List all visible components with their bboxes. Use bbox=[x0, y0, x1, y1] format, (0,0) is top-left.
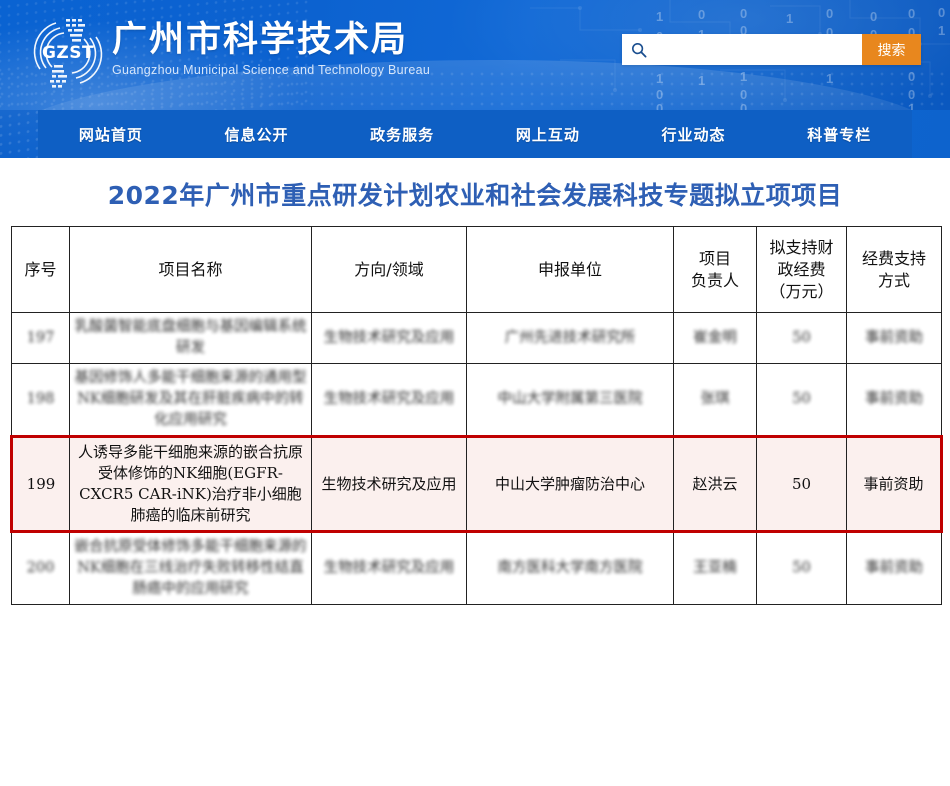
column-header-organization: 申报单位 bbox=[466, 226, 674, 313]
gzst-logo-text: GZST bbox=[42, 43, 94, 63]
column-header-serial: 序号 bbox=[11, 226, 70, 313]
cell-funding-mode: 事前资助 bbox=[846, 363, 942, 437]
cell-funding-mode: 事前资助 bbox=[846, 531, 942, 605]
site-branding: 广州市科学技术局 Guangzhou Municipal Science and… bbox=[112, 20, 430, 77]
cell-serial: 198 bbox=[11, 363, 70, 437]
nav-item-interaction[interactable]: 网上互动 bbox=[475, 124, 621, 145]
search-icon bbox=[622, 34, 656, 65]
column-header-mode-line2: 方式 bbox=[877, 270, 910, 290]
cell-field: 生物技术研究及应用 bbox=[311, 435, 467, 533]
cell-funding-mode: 事前资助 bbox=[846, 435, 943, 533]
nav-item-home[interactable]: 网站首页 bbox=[38, 124, 184, 145]
column-header-pi-line2: 负责人 bbox=[690, 270, 739, 290]
table-row: 197 乳酸菌智能底盘细胞与基因编辑系统研发 生物技术研究及应用 广州先进技术研究所崔… bbox=[11, 312, 942, 364]
cell-project-name: 嵌合抗原受体修饰多能干细胞来源的NK细胞在三线治疗失败转移性结直肠癌中的应用研究 bbox=[69, 531, 312, 605]
grant-table-container: 序号 项目名称 方向/领域 申报单位 项目 负责人 拟支持财 政经费 （万元） … bbox=[0, 226, 950, 605]
main-navigation-bar: 网站首页 信息公开 政务服务 网上互动 行业动态 科普专栏 bbox=[0, 110, 950, 158]
column-header-field: 方向/领域 bbox=[311, 226, 467, 313]
site-name-en: Guangzhou Municipal Science and Technolo… bbox=[112, 63, 431, 77]
cell-serial: 200 bbox=[11, 531, 70, 605]
site-search: 搜索 bbox=[622, 34, 921, 65]
column-header-pi-line1: 项目 bbox=[698, 248, 731, 268]
nav-item-services[interactable]: 政务服务 bbox=[329, 124, 475, 145]
column-header-principal-investigator: 项目 负责人 bbox=[673, 226, 757, 313]
site-name-cn: 广州市科学技术局 bbox=[112, 20, 409, 60]
gzst-logo[interactable]: GZST bbox=[26, 13, 110, 93]
grant-table-body: 197 乳酸菌智能底盘细胞与基因编辑系统研发 生物技术研究及应用 广州先进技术研究所崔… bbox=[10, 312, 943, 605]
table-header-row: 序号 项目名称 方向/领域 申报单位 项目 负责人 拟支持财 政经费 （万元） … bbox=[11, 226, 942, 313]
cell-field: 生物技术研究及应用 bbox=[311, 363, 467, 437]
gzst-logo-icon: GZST bbox=[33, 19, 103, 88]
cell-project-name: 人诱导多能干细胞来源的嵌合抗原受体修饰的NK细胞(EGFR-CXCR5 CAR-… bbox=[69, 435, 312, 533]
grant-projects-table: 序号 项目名称 方向/领域 申报单位 项目 负责人 拟支持财 政经费 （万元） … bbox=[10, 226, 943, 605]
cell-organization: 中山大学肿瘤防治中心 bbox=[466, 435, 674, 533]
page-title: 2022年广州市重点研发计划农业和社会发展科技专题拟立项项目 bbox=[107, 181, 843, 210]
search-input[interactable] bbox=[656, 35, 862, 64]
cell-organization: 中山大学附属第三医院 bbox=[466, 363, 674, 437]
nav-item-sci-popular[interactable]: 科普专栏 bbox=[766, 124, 912, 145]
column-header-funding-line1: 拟支持财 bbox=[769, 237, 834, 257]
column-header-funding-line3: （万元） bbox=[769, 281, 834, 301]
cell-serial: 197 bbox=[11, 312, 70, 364]
cell-principal-investigator: 崔金明 bbox=[673, 312, 757, 364]
table-row: 200 嵌合抗原受体修饰多能干细胞来源的NK细胞在三线治疗失败转移性结直肠癌中的应… bbox=[11, 531, 942, 605]
cell-field: 生物技术研究及应用 bbox=[311, 531, 467, 605]
cell-principal-investigator: 张琪 bbox=[673, 363, 757, 437]
cell-serial: 199 bbox=[10, 435, 70, 533]
column-header-project-name: 项目名称 bbox=[69, 226, 312, 313]
cell-project-name: 基因修饰人多能干细胞来源的通用型NK细胞研发及其在肝脏疾病中的转化应用研究 bbox=[69, 363, 312, 437]
cell-principal-investigator: 赵洪云 bbox=[673, 435, 757, 533]
table-row: 198 基因修饰人多能干细胞来源的通用型NK细胞研发及其在肝脏疾病中的转化应用研究… bbox=[11, 363, 942, 437]
cell-organization: 南方医科大学南方医院 bbox=[466, 531, 674, 605]
column-header-funding-mode: 经费支持 方式 bbox=[846, 226, 942, 313]
main-navigation: 网站首页 信息公开 政务服务 网上互动 行业动态 科普专栏 bbox=[38, 110, 912, 158]
cell-funding: 50 bbox=[756, 363, 847, 437]
cell-funding: 50 bbox=[756, 531, 847, 605]
cell-funding: 50 bbox=[756, 312, 847, 364]
site-header-banner: 1 0 0 1 0 0 0 0 0 1 0 0 0 0 0 1 1 1 1 1 … bbox=[0, 0, 950, 110]
column-header-funding: 拟支持财 政经费 （万元） bbox=[756, 226, 847, 313]
column-header-mode-line1: 经费支持 bbox=[861, 248, 926, 268]
cell-organization: 广州先进技术研究所 bbox=[466, 312, 674, 364]
table-row: 199 人诱导多能干细胞来源的嵌合抗原受体修饰的NK细胞(EGFR-CXCR5 C… bbox=[10, 435, 943, 533]
cell-funding-mode: 事前资助 bbox=[846, 312, 942, 364]
search-button[interactable]: 搜索 bbox=[862, 34, 921, 65]
nav-item-disclosure[interactable]: 信息公开 bbox=[184, 124, 330, 145]
cell-principal-investigator: 王亚楠 bbox=[673, 531, 757, 605]
column-header-funding-line2: 政经费 bbox=[777, 259, 826, 279]
cell-field: 生物技术研究及应用 bbox=[311, 312, 467, 364]
nav-item-industry[interactable]: 行业动态 bbox=[621, 124, 767, 145]
cell-project-name: 乳酸菌智能底盘细胞与基因编辑系统研发 bbox=[69, 312, 312, 364]
cell-funding: 50 bbox=[756, 435, 847, 533]
